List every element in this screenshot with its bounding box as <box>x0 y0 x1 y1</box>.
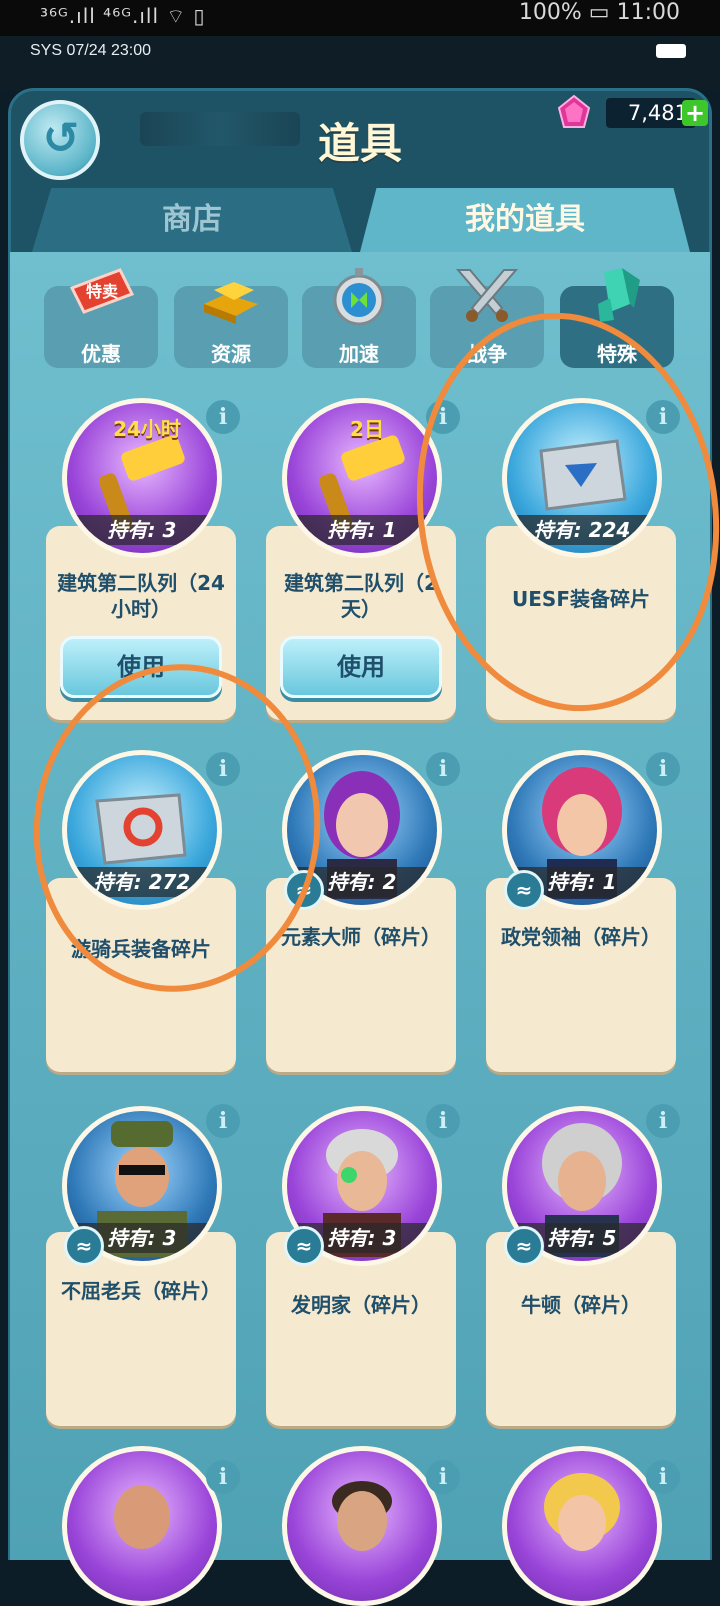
portrait-icon <box>544 1473 620 1551</box>
battery-clock: 100% ▭ 11:00 <box>518 0 680 25</box>
dna-icon: ≈ <box>284 1226 324 1266</box>
tab-shop[interactable]: 商店 <box>32 188 352 252</box>
category-label: 加速 <box>339 342 379 366</box>
info-icon[interactable]: i <box>206 1460 240 1494</box>
info-icon[interactable]: i <box>646 400 680 434</box>
category-label: 优惠 <box>81 342 121 366</box>
item-name: 建筑第二队列（2天） <box>284 571 438 621</box>
category-sale[interactable]: 特卖 优惠 <box>44 268 158 368</box>
signal-wifi-indicators: ³⁶ᴳ.ıll ⁴⁶ᴳ.ıll ⌔ ▯ <box>40 4 206 28</box>
info-icon[interactable]: i <box>646 752 680 786</box>
info-icon[interactable]: i <box>206 752 240 786</box>
info-icon[interactable]: i <box>426 1460 460 1494</box>
category-label: 资源 <box>211 342 251 366</box>
gold-bars-icon <box>204 282 258 324</box>
gem-counter: 7,481 + <box>556 94 714 134</box>
duration-badge: 24小时 <box>113 417 181 441</box>
hold-count: 持有: 3 <box>67 515 217 545</box>
duration-badge: 2日 <box>350 417 384 441</box>
item-name: 牛顿（碎片） <box>521 1293 641 1317</box>
item-name: 发明家（碎片） <box>291 1293 431 1317</box>
sys-datetime: SYS 07/24 23:00 <box>30 42 151 59</box>
item-name: 游骑兵装备碎片 <box>71 937 211 961</box>
item-icon: 持有: 272 <box>62 750 222 910</box>
tab-my-items[interactable]: 我的道具 <box>360 188 690 252</box>
category-label: 特殊 <box>597 342 637 366</box>
item-name: 元素大师（碎片） <box>281 925 441 949</box>
stopwatch-icon <box>333 268 385 326</box>
svg-text:特卖: 特卖 <box>86 282 118 301</box>
category-resources[interactable]: 资源 <box>174 282 288 368</box>
category-speedup[interactable]: 加速 <box>302 268 416 368</box>
crystal-icon <box>598 268 640 322</box>
hero-portrait <box>62 1446 222 1606</box>
hero-portrait <box>502 1446 662 1606</box>
category-special[interactable]: 特殊 <box>560 268 674 368</box>
info-icon[interactable]: i <box>426 752 460 786</box>
info-icon[interactable]: i <box>426 400 460 434</box>
item-icon: 2日 持有: 1 <box>282 398 442 558</box>
add-gems-button[interactable]: + <box>682 100 708 126</box>
category-war[interactable]: 战争 <box>430 269 544 368</box>
portrait-icon <box>332 1481 392 1551</box>
hold-count: 持有: 272 <box>67 867 217 897</box>
crossed-swords-icon <box>455 269 519 322</box>
gem-icon <box>557 94 591 128</box>
portrait-icon <box>114 1485 170 1549</box>
dna-icon: ≈ <box>284 870 324 910</box>
use-button[interactable]: 使用 <box>60 636 222 698</box>
sale-tag-icon: 特卖 <box>69 268 135 314</box>
system-bar: SYS 07/24 23:00 <box>0 36 720 90</box>
item-name: 建筑第二队列（24小时） <box>57 571 225 621</box>
category-label: 战争 <box>467 342 507 366</box>
status-bar: ³⁶ᴳ.ıll ⁴⁶ᴳ.ıll ⌔ ▯ 100% ▭ 11:00 <box>0 0 720 36</box>
use-button[interactable]: 使用 <box>280 636 442 698</box>
item-icon: 持有: 224 <box>502 398 662 558</box>
battery-icon <box>656 44 686 58</box>
info-icon[interactable]: i <box>206 1104 240 1138</box>
item-icon: 24小时 持有: 3 <box>62 398 222 558</box>
hold-count: 持有: 224 <box>507 515 657 545</box>
info-icon[interactable]: i <box>646 1104 680 1138</box>
info-icon[interactable]: i <box>206 400 240 434</box>
dna-icon: ≈ <box>504 1226 544 1266</box>
dna-icon: ≈ <box>504 870 544 910</box>
dna-icon: ≈ <box>64 1226 104 1266</box>
hero-portrait <box>282 1446 442 1606</box>
info-icon[interactable]: i <box>646 1460 680 1494</box>
hold-count: 持有: 1 <box>287 515 437 545</box>
item-name: 政党领袖（碎片） <box>501 925 661 949</box>
item-name: 不屈老兵（碎片） <box>61 1279 221 1303</box>
info-icon[interactable]: i <box>426 1104 460 1138</box>
item-name: UESF装备碎片 <box>512 587 650 611</box>
